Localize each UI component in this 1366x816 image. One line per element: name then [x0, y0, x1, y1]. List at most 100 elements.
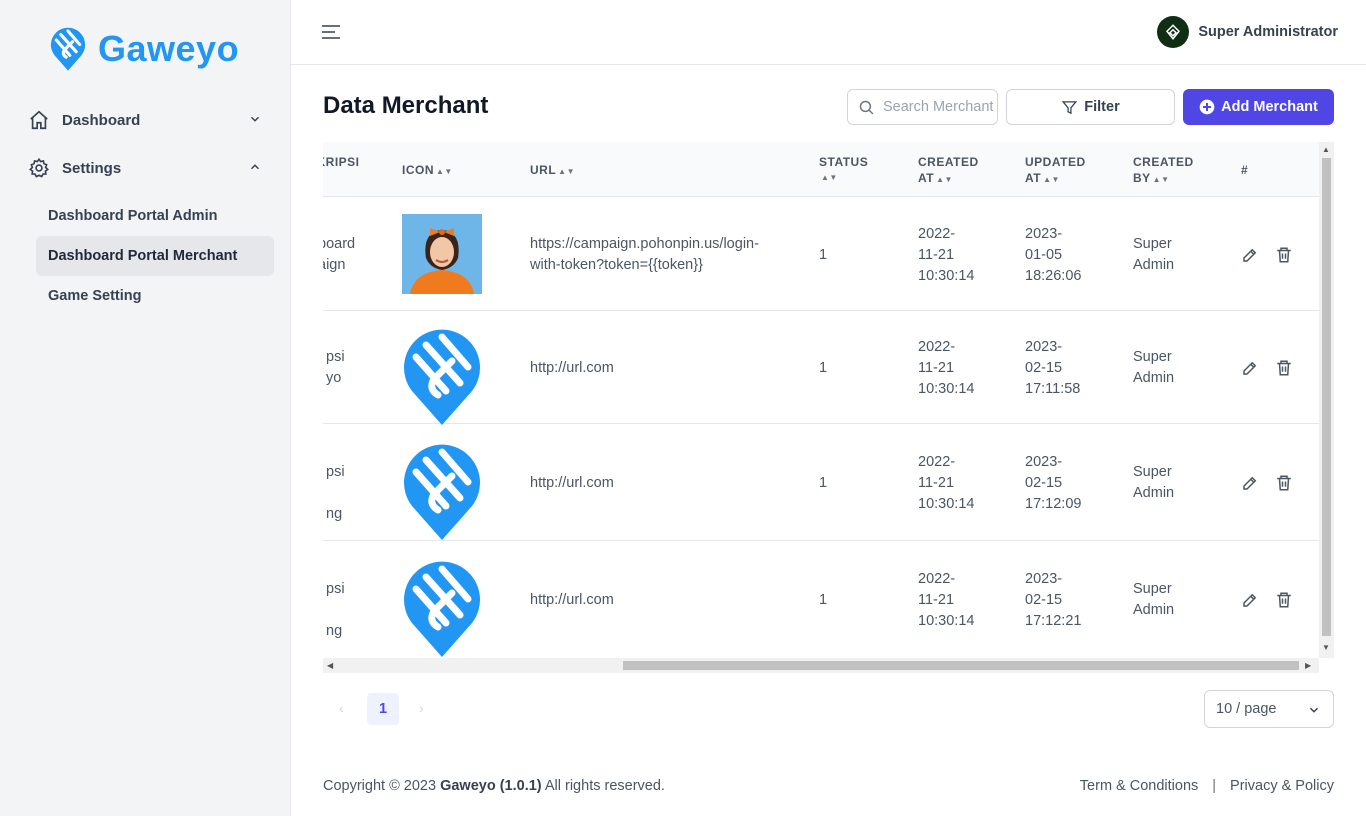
- cell-text: 11-21: [918, 592, 955, 608]
- add-merchant-button[interactable]: Add Merchant: [1183, 89, 1334, 125]
- sort-icon: ▲▼: [436, 167, 453, 176]
- column-header-url[interactable]: URL ▲▼: [530, 162, 575, 180]
- table-row: psi yo http://url.com 1 2022- 11-21 10:30:1…: [323, 311, 1319, 425]
- cell-url: http://url.com: [530, 592, 614, 608]
- scroll-up-arrow-icon[interactable]: ▲: [1322, 146, 1330, 154]
- column-label: BY: [1133, 171, 1151, 185]
- cell-updated-at: 2023- 02-15 17:12:21: [1025, 569, 1081, 632]
- cell-text: 17:11:58: [1025, 381, 1081, 397]
- privacy-link[interactable]: Privacy & Policy: [1230, 778, 1334, 794]
- sort-icon: ▲▼: [1152, 175, 1170, 184]
- cell-text: 2023-: [1025, 226, 1063, 242]
- sidebar-item-dashboard-portal-admin[interactable]: Dashboard Portal Admin: [36, 196, 274, 236]
- cell-text: 10:30:14: [918, 268, 975, 284]
- filter-button[interactable]: Filter: [1006, 89, 1175, 125]
- delete-icon[interactable]: [1275, 246, 1293, 264]
- pagination-prev-icon[interactable]: ‹: [339, 700, 344, 716]
- gaweyo-logo-icon: [50, 27, 86, 71]
- cell-text: 02-15: [1025, 475, 1063, 491]
- cell-text: yo: [326, 370, 342, 386]
- horizontal-scrollbar[interactable]: ◀ ▶: [323, 658, 1319, 673]
- cell-text: 2023-: [1025, 454, 1063, 470]
- cell-text: 2022-: [918, 339, 956, 355]
- sidebar-item-settings[interactable]: Settings: [28, 154, 268, 182]
- user-menu[interactable]: Super Administrator: [1157, 16, 1338, 48]
- cell-created-at: 2022- 11-21 10:30:14: [918, 337, 974, 400]
- column-header-updated-at[interactable]: UPDATED AT ▲▼: [1025, 154, 1086, 188]
- pagination-next-icon[interactable]: ›: [419, 700, 424, 716]
- cell-description: board aign: [323, 234, 355, 276]
- column-header-created-by[interactable]: CREATED BY ▲▼: [1133, 154, 1194, 188]
- cell-text: 11-21: [918, 360, 955, 376]
- search-box[interactable]: [847, 89, 998, 125]
- search-input[interactable]: [883, 99, 993, 115]
- sidebar: Gaweyo Dashboard Settings Dashboard Port…: [0, 0, 291, 816]
- column-header-actions: #: [1241, 163, 1249, 177]
- scroll-right-arrow-icon[interactable]: ▶: [1305, 662, 1311, 670]
- cell-text: ng: [326, 506, 343, 522]
- gaweyo-logo-icon: [404, 444, 480, 540]
- footer-separator: |: [1212, 778, 1217, 794]
- user-name: Super Administrator: [1198, 24, 1338, 40]
- cell-text: https://campaign.pohonpin.us/login-: [530, 236, 759, 252]
- brand-name: Gaweyo: [98, 28, 240, 69]
- chevron-up-icon: [250, 164, 260, 170]
- column-header-status[interactable]: STATUS ▲▼: [819, 154, 868, 186]
- chevron-down-icon: [250, 116, 260, 122]
- edit-icon[interactable]: [1241, 359, 1259, 377]
- edit-icon[interactable]: [1241, 591, 1259, 609]
- cell-created-at: 2022- 11-21 10:30:14: [918, 569, 974, 632]
- home-icon: [30, 110, 48, 130]
- topbar: Super Administrator: [291, 0, 1366, 65]
- column-header-icon[interactable]: ICON ▲▼: [402, 162, 453, 180]
- brand[interactable]: Gaweyo: [50, 25, 239, 73]
- scroll-down-arrow-icon[interactable]: ▼: [1322, 644, 1330, 652]
- pagination-page[interactable]: 1: [367, 693, 399, 725]
- cell-text: 10:30:14: [918, 496, 975, 512]
- delete-icon[interactable]: [1275, 474, 1293, 492]
- cell-updated-at: 2023- 01-05 18:26:06: [1025, 224, 1081, 287]
- table-row: psi ng http://url.com 1 2022- 11-21 10:30:1…: [323, 541, 1319, 658]
- filter-icon: [1062, 100, 1078, 114]
- edit-icon[interactable]: [1241, 474, 1259, 492]
- cell-description: psi yo: [326, 347, 345, 389]
- horizontal-scroll-thumb[interactable]: [623, 661, 1299, 670]
- cell-description: psi ng: [326, 579, 345, 642]
- table-header: SKRIPSI ICON▲▼ URL▲▼ STATUS▲▼ CREATEDAT▲…: [323, 142, 1319, 197]
- delete-icon[interactable]: [1275, 591, 1293, 609]
- cell-created-by: Super Admin: [1133, 234, 1174, 276]
- cell-text: 11-21: [918, 247, 955, 263]
- column-label: ICON: [402, 163, 434, 177]
- scroll-left-arrow-icon[interactable]: ◀: [327, 662, 333, 670]
- cell-status: 1: [819, 247, 828, 263]
- gaweyo-logo-icon: [404, 329, 480, 425]
- sidebar-item-dashboard-portal-merchant[interactable]: Dashboard Portal Merchant: [36, 236, 274, 276]
- page-size-select[interactable]: 10 / page: [1204, 690, 1334, 728]
- terms-link[interactable]: Term & Conditions: [1080, 778, 1198, 794]
- cell-text: psi: [326, 464, 345, 480]
- merchant-photo-icon: [402, 214, 482, 294]
- cell-text: 10:30:14: [918, 613, 975, 629]
- cell-text: Super: [1133, 349, 1172, 365]
- column-label: CREATED: [1133, 155, 1194, 169]
- delete-icon[interactable]: [1275, 359, 1293, 377]
- cell-status: 1: [819, 592, 828, 608]
- column-header-created-at[interactable]: CREATED AT ▲▼: [918, 154, 979, 188]
- vertical-scroll-thumb[interactable]: [1322, 158, 1331, 636]
- edit-icon[interactable]: [1241, 246, 1259, 264]
- sidebar-item-game-setting[interactable]: Game Setting: [36, 276, 274, 316]
- vertical-scrollbar[interactable]: ▲ ▼: [1319, 142, 1334, 658]
- column-label: AT: [1025, 171, 1042, 185]
- cell-text: Admin: [1133, 257, 1175, 273]
- column-label: AT: [918, 171, 935, 185]
- cell-updated-at: 2023- 02-15 17:11:58: [1025, 337, 1080, 400]
- cell-text: psi: [326, 349, 345, 365]
- sidebar-item-dashboard[interactable]: Dashboard: [28, 106, 268, 134]
- cell-text: Admin: [1133, 602, 1175, 618]
- table-row: board aign https://campaign.pohonpin.us/l…: [323, 198, 1319, 311]
- cell-created-at: 2022- 11-21 10:30:14: [918, 452, 974, 515]
- cell-text: 17:12:21: [1025, 613, 1082, 629]
- copyright-text: All rights reserved.: [541, 778, 665, 794]
- menu-toggle-icon[interactable]: [321, 22, 341, 42]
- column-header-description[interactable]: SKRIPSI: [323, 154, 360, 170]
